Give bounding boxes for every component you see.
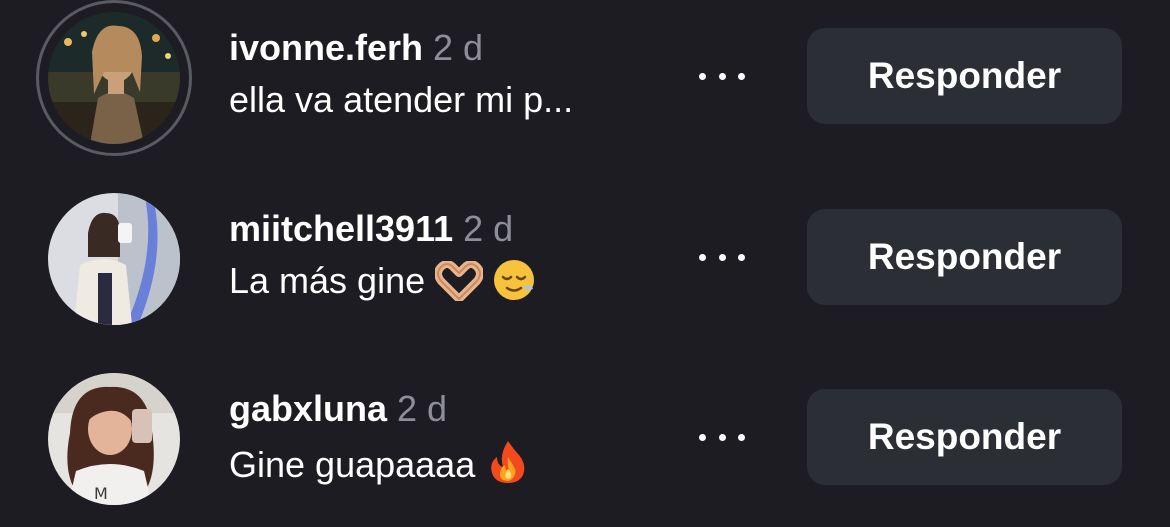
more-horizontal-icon	[718, 253, 726, 261]
comment-body: La más gine	[229, 259, 535, 311]
comment-text-block: gabxluna 2 d Gine guapaaaa	[229, 387, 531, 495]
comment-row: miitchell3911 2 d La más gine Responder	[0, 167, 1170, 347]
comment-text: ella va atender mi p...	[229, 79, 574, 120]
comment-text-block: miitchell3911 2 d La más gine	[229, 207, 535, 311]
more-horizontal-icon	[738, 253, 745, 261]
more-options-button[interactable]	[694, 56, 750, 96]
avatar[interactable]	[48, 12, 180, 144]
timestamp: 2 d	[433, 27, 484, 68]
username-link[interactable]: miitchell3911	[229, 208, 453, 249]
comment-header: miitchell3911 2 d	[229, 207, 535, 251]
comment-text-block: ivonne.ferh 2 d ella va atender mi p...	[229, 26, 573, 122]
avatar-wrapper[interactable]	[36, 181, 192, 337]
heart-hands-emoji-icon	[434, 260, 485, 311]
relieved-face-emoji-icon	[493, 259, 535, 311]
username-link[interactable]: gabxluna	[229, 388, 387, 429]
more-options-button[interactable]	[694, 237, 750, 277]
reply-button[interactable]: Responder	[807, 389, 1122, 485]
more-horizontal-icon	[738, 72, 745, 80]
avatar[interactable]	[48, 193, 180, 325]
more-horizontal-icon	[699, 72, 706, 80]
more-horizontal-icon	[718, 72, 726, 80]
avatar[interactable]: M	[48, 373, 180, 505]
username-link[interactable]: ivonne.ferh	[229, 27, 423, 68]
avatar-story-ring[interactable]	[36, 0, 192, 156]
more-options-button[interactable]	[694, 417, 750, 457]
comment-body: Gine guapaaaa	[229, 439, 531, 495]
avatar-photo	[48, 12, 180, 144]
comment-header: ivonne.ferh 2 d	[229, 26, 573, 70]
timestamp: 2 d	[397, 388, 448, 429]
avatar-photo	[48, 193, 180, 325]
avatar-wrapper[interactable]: M	[36, 361, 192, 517]
fire-emoji-icon	[485, 439, 531, 495]
more-horizontal-icon	[699, 253, 706, 261]
comment-header: gabxluna 2 d	[229, 387, 531, 431]
more-horizontal-icon	[718, 433, 726, 441]
reply-button[interactable]: Responder	[807, 28, 1122, 124]
comment-text: Gine guapaaaa	[229, 444, 476, 485]
comment-body: ella va atender mi p...	[229, 78, 573, 122]
comment-text: La más gine	[229, 260, 426, 301]
more-horizontal-icon	[738, 433, 745, 441]
timestamp: 2 d	[463, 208, 514, 249]
comment-row: ivonne.ferh 2 d ella va atender mi p... R…	[0, 0, 1170, 166]
reply-button[interactable]: Responder	[807, 209, 1122, 305]
comment-row: M gabxluna 2 d Gine guapaaaa Responder	[0, 347, 1170, 527]
comment-list: ivonne.ferh 2 d ella va atender mi p... R…	[0, 0, 1170, 521]
more-horizontal-icon	[699, 433, 706, 441]
svg-text:M: M	[94, 484, 108, 503]
avatar-photo: M	[48, 373, 180, 505]
